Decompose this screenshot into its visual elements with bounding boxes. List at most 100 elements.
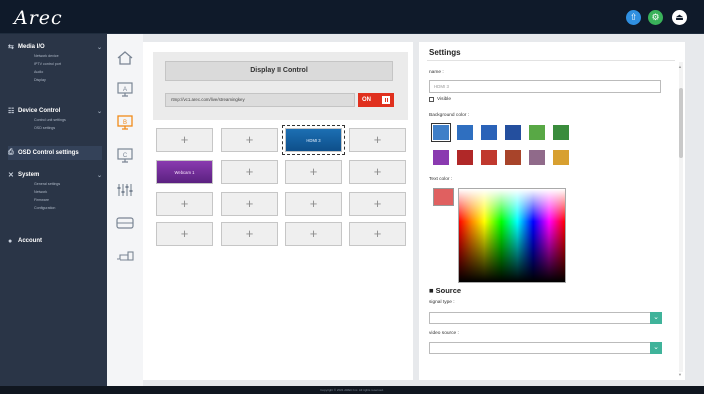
nav-item-configuration[interactable]: Configuration: [8, 204, 102, 212]
user-icon: ●: [8, 237, 13, 245]
grid-cell-add[interactable]: +: [285, 192, 342, 216]
footer: Copyright © 2021 AREC Inc. All rights re…: [0, 386, 704, 394]
stream-toggle[interactable]: ON: [358, 93, 394, 107]
stream-toggle-label: ON: [362, 97, 371, 103]
background-color-swatch[interactable]: [457, 125, 473, 140]
settings-divider: [427, 60, 675, 61]
color-picker[interactable]: [458, 188, 566, 283]
source-title: Source: [435, 286, 462, 295]
grid-cell-add[interactable]: +: [156, 128, 213, 152]
nav-item-osd-settings[interactable]: OSD settings: [8, 124, 102, 132]
signal-type-select[interactable]: ⌄: [429, 312, 662, 324]
monitor-b-icon[interactable]: B: [116, 115, 134, 131]
nav-account-label: Account: [18, 238, 42, 244]
nav-device-control-label: Device Control: [18, 108, 61, 114]
nav-media-io: ⇆ Media I/O ⌄ Network device IPTV contro…: [8, 42, 102, 84]
media-io-icon: ⇆: [8, 44, 14, 51]
nav-media-io-header[interactable]: ⇆ Media I/O ⌄: [8, 42, 102, 52]
background-color-swatch[interactable]: [553, 150, 569, 165]
mixer-icon[interactable]: [116, 182, 134, 198]
video-source-label: video source :: [429, 331, 459, 336]
text-color-label: Text color :: [429, 177, 453, 182]
storage-icon[interactable]: [116, 215, 134, 231]
grid-cell-add[interactable]: +: [285, 160, 342, 184]
grid-cell-add[interactable]: +: [349, 192, 406, 216]
grid-cell-add[interactable]: +: [221, 222, 278, 246]
svg-text:B: B: [123, 120, 127, 126]
background-color-swatch[interactable]: [505, 125, 521, 140]
video-source-select[interactable]: ⌄: [429, 342, 662, 354]
chevron-down-icon: ⌄: [96, 172, 102, 179]
settings-icon[interactable]: ⚙: [648, 10, 663, 25]
grid-cell-add[interactable]: +: [221, 192, 278, 216]
osd-icon: ⎙: [8, 149, 14, 156]
scroll-down-icon[interactable]: ▼: [678, 372, 682, 377]
background-color-swatch[interactable]: [433, 150, 449, 165]
nav-system: ✕ System ⌄ General settings Network Firm…: [8, 170, 102, 212]
nav-item-audio[interactable]: Audio: [8, 68, 102, 76]
background-color-swatch[interactable]: [529, 125, 545, 140]
monitor-a-icon[interactable]: A: [116, 82, 134, 98]
monitor-c-icon[interactable]: C: [116, 148, 134, 164]
sliders-icon: ☷: [8, 108, 15, 115]
settings-scroll-thumb[interactable]: [679, 88, 683, 158]
nav-system-header[interactable]: ✕ System ⌄: [8, 170, 102, 180]
nav-device-control: ☷ Device Control ⌄ Control unit settings…: [8, 106, 102, 132]
background-color-swatch[interactable]: [529, 150, 545, 165]
arec-logo: Arec: [14, 7, 63, 29]
home-icon[interactable]: [116, 50, 134, 66]
nav-item-network[interactable]: Network: [8, 188, 102, 196]
nav-osd-control-label: OSD Control settings: [18, 150, 79, 156]
chevron-down-icon[interactable]: ⌄: [650, 312, 662, 324]
grid-cell-add[interactable]: +: [156, 192, 213, 216]
svg-text:A: A: [123, 87, 127, 93]
chevron-down-icon[interactable]: ⌄: [650, 342, 662, 354]
nav-media-io-label: Media I/O: [18, 44, 45, 50]
background-color-swatch[interactable]: [481, 150, 497, 165]
nav-item-iptv-control-port[interactable]: IPTV control port: [8, 60, 102, 68]
grid-cell-add[interactable]: +: [221, 128, 278, 152]
background-color-label: Background color :: [429, 113, 469, 118]
visible-checkbox[interactable]: [429, 97, 434, 102]
grid-cell-hdmi-3[interactable]: HDMI 3: [282, 125, 345, 155]
tools-icon: ✕: [8, 172, 14, 179]
background-color-swatch[interactable]: [505, 150, 521, 165]
chevron-down-icon: ⌄: [96, 108, 102, 115]
nav-item-network-device[interactable]: Network device: [8, 52, 102, 60]
stream-url-field[interactable]: rtmp://vc1.arec.com/live/streamingkey: [165, 93, 355, 107]
settings-title: Settings: [429, 48, 461, 57]
background-color-swatch[interactable]: [457, 150, 473, 165]
nav-system-label: System: [18, 172, 40, 178]
grid-cell-add[interactable]: +: [349, 222, 406, 246]
text-color-swatch[interactable]: [433, 188, 454, 206]
name-label: name :: [429, 70, 444, 75]
name-input[interactable]: HDMI 3: [429, 80, 661, 93]
camera-icon[interactable]: [116, 248, 134, 264]
background-color-swatch[interactable]: [431, 123, 451, 142]
logout-icon[interactable]: ⏏: [672, 10, 687, 25]
nav-item-firmware[interactable]: Firmware: [8, 196, 102, 204]
nav-item-general-settings[interactable]: General settings: [8, 180, 102, 188]
nav-item-display[interactable]: Display: [8, 76, 102, 84]
nav-item-control-unit-settings[interactable]: Control unit settings: [8, 116, 102, 124]
source-heading: ■ Source: [429, 286, 462, 295]
background-color-swatch[interactable]: [481, 125, 497, 140]
background-color-swatch[interactable]: [553, 125, 569, 140]
signal-type-label: signal type :: [429, 300, 455, 305]
grid-cell-add[interactable]: +: [285, 222, 342, 246]
grid-cell-add[interactable]: +: [349, 128, 406, 152]
nav-osd-control-settings[interactable]: ⎙ OSD Control settings: [8, 146, 102, 160]
grid-cell-webcam-1[interactable]: Webcam 1: [156, 160, 213, 184]
visible-label: Visible: [437, 97, 452, 102]
nav-account[interactable]: ● Account: [8, 236, 102, 246]
pause-icon: [382, 96, 390, 104]
grid-cell-add[interactable]: +: [221, 160, 278, 184]
upload-icon[interactable]: ⇧: [626, 10, 641, 25]
top-bar: Arec ⇧ ⚙ ⏏: [0, 0, 704, 34]
chevron-down-icon: ⌄: [96, 44, 102, 51]
grid-cell-add[interactable]: +: [349, 160, 406, 184]
nav-device-control-header[interactable]: ☷ Device Control ⌄: [8, 106, 102, 116]
svg-text:C: C: [123, 153, 128, 159]
grid-cell-add[interactable]: +: [156, 222, 213, 246]
scroll-up-icon[interactable]: ▲: [678, 64, 682, 69]
